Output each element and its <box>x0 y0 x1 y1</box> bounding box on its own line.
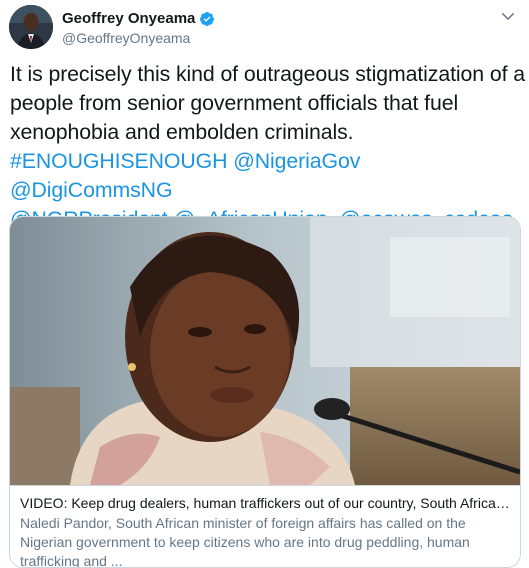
tweet-header: Geoffrey Onyeama @GeoffreyOnyeama <box>9 5 519 51</box>
user-info: Geoffrey Onyeama @GeoffreyOnyeama <box>62 10 215 46</box>
chevron-down-icon[interactable] <box>499 7 517 25</box>
card-title[interactable]: VIDEO: Keep drug dealers, human traffick… <box>20 494 510 513</box>
display-name[interactable]: Geoffrey Onyeama <box>62 10 195 27</box>
card-body[interactable]: VIDEO: Keep drug dealers, human traffick… <box>10 485 520 568</box>
verified-badge-icon <box>200 11 215 26</box>
avatar[interactable] <box>9 5 53 49</box>
user-handle[interactable]: @GeoffreyOnyeama <box>62 30 215 46</box>
mention-link[interactable]: @DigiCommsNG <box>10 178 173 202</box>
hashtag-link[interactable]: #ENOUGHISENOUGH <box>10 149 228 173</box>
tweet-line-2: people from senior government officials … <box>10 91 459 115</box>
card-image[interactable] <box>10 217 520 485</box>
tweet-line-3: xenophobia and embolden criminals. <box>10 120 354 144</box>
tweet-text: It is precisely this kind of outrageous … <box>10 60 525 234</box>
mention-link[interactable]: @NigeriaGov <box>233 149 360 173</box>
tweet-line-1: It is precisely this kind of outrageous … <box>10 62 525 86</box>
link-preview-card[interactable]: VIDEO: Keep drug dealers, human traffick… <box>9 216 521 568</box>
card-description: Naledi Pandor, South African minister of… <box>20 515 470 568</box>
